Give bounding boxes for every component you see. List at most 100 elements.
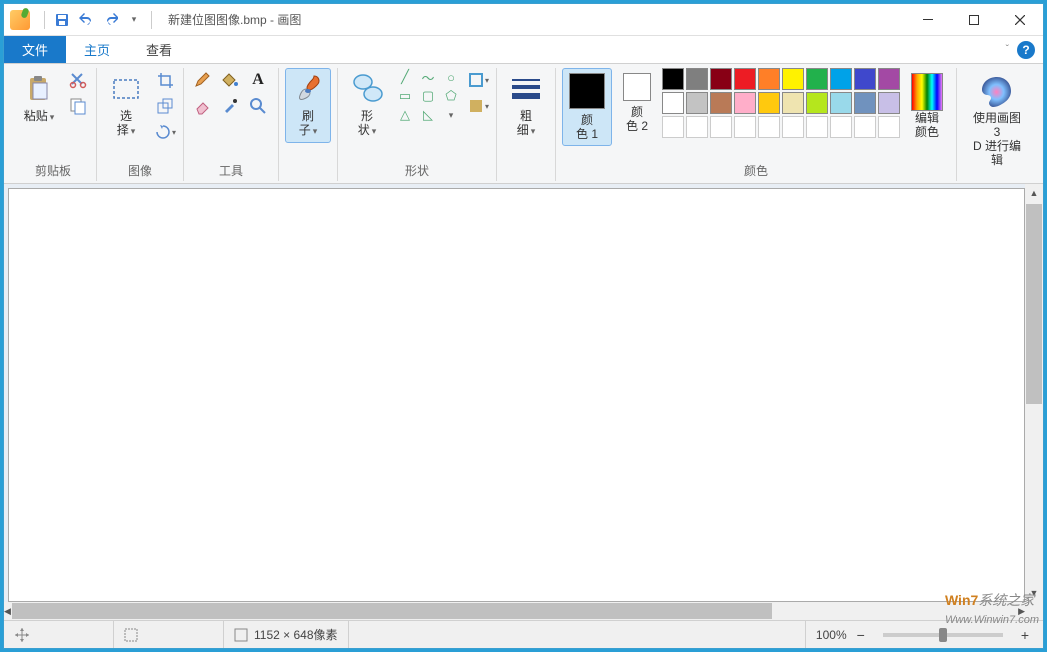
brushes-button[interactable]: 刷 子	[285, 68, 331, 143]
group-image: 选 择 ▾ 图像	[97, 68, 184, 181]
color-swatch[interactable]	[734, 92, 756, 114]
picker-tool[interactable]	[218, 94, 242, 118]
crop-button[interactable]	[153, 68, 177, 92]
color-swatch[interactable]	[830, 116, 852, 138]
undo-button[interactable]	[75, 9, 97, 31]
shape-tri[interactable]: △	[394, 106, 416, 124]
scroll-up-icon[interactable]: ▲	[1025, 184, 1043, 202]
select-button[interactable]: 选 择	[103, 68, 149, 143]
shape-line[interactable]: ╱	[394, 68, 416, 86]
paint3d-button[interactable]: 使用画图 3 D 进行编辑	[963, 68, 1031, 172]
color-swatch[interactable]	[806, 92, 828, 114]
color-swatch[interactable]	[806, 68, 828, 90]
color-swatch[interactable]	[830, 92, 852, 114]
magnifier-tool[interactable]	[246, 94, 270, 118]
cursor-pos-icon	[14, 627, 30, 643]
shape-poly[interactable]: ⬠	[440, 87, 462, 105]
color-swatch[interactable]	[782, 68, 804, 90]
color-swatch[interactable]	[662, 92, 684, 114]
scroll-right-icon[interactable]: ▶	[1018, 602, 1025, 620]
shape-roundrect[interactable]: ▢	[417, 87, 439, 105]
status-canvas-size: 1152 × 648像素	[224, 621, 349, 648]
edit-colors-button[interactable]: 编辑 颜色	[904, 68, 950, 144]
color-swatch[interactable]	[782, 116, 804, 138]
paste-button[interactable]: 粘贴	[16, 68, 62, 129]
brush-icon	[292, 73, 324, 105]
ribbon: 粘贴 剪贴板 选 择 ▾	[4, 64, 1043, 184]
color-swatch[interactable]	[806, 116, 828, 138]
scroll-down-icon[interactable]: ▼	[1025, 584, 1043, 602]
cut-button[interactable]	[66, 68, 90, 92]
shape-curve[interactable]: 〜	[417, 68, 439, 86]
color-swatch[interactable]	[758, 68, 780, 90]
color-swatch[interactable]	[710, 68, 732, 90]
color1-button[interactable]: 颜 色 1	[562, 68, 612, 146]
collapse-ribbon-icon[interactable]: ˇ	[1006, 44, 1009, 55]
color-swatch[interactable]	[878, 116, 900, 138]
color-swatch[interactable]	[662, 68, 684, 90]
close-button[interactable]	[997, 5, 1043, 35]
size-icon	[510, 73, 542, 105]
size-button[interactable]: 粗 细	[503, 68, 549, 143]
color-swatch[interactable]	[710, 92, 732, 114]
shapes-icon	[351, 73, 383, 105]
color-swatch[interactable]	[662, 116, 684, 138]
vertical-scrollbar[interactable]: ▲ ▼	[1025, 184, 1043, 602]
scroll-thumb[interactable]	[1026, 204, 1042, 404]
pencil-icon	[193, 71, 211, 89]
color-swatch[interactable]	[758, 92, 780, 114]
color2-button[interactable]: 颜 色 2	[616, 68, 658, 138]
shapes-button[interactable]: 形 状	[344, 68, 390, 143]
zoom-slider[interactable]	[883, 633, 1003, 637]
file-menu[interactable]: 文件	[4, 36, 66, 63]
color-swatch[interactable]	[710, 116, 732, 138]
color-swatch[interactable]	[758, 116, 780, 138]
tab-view[interactable]: 查看	[128, 36, 190, 63]
pencil-tool[interactable]	[190, 68, 214, 92]
scroll-thumb[interactable]	[12, 603, 772, 619]
zoom-out-button[interactable]: −	[853, 627, 869, 643]
color-swatch[interactable]	[878, 92, 900, 114]
resize-button[interactable]	[153, 94, 177, 118]
eraser-tool[interactable]	[190, 94, 214, 118]
tab-home[interactable]: 主页	[66, 36, 128, 63]
shape-rect[interactable]: ▭	[394, 87, 416, 105]
fill-tool[interactable]	[218, 68, 242, 92]
save-icon	[54, 12, 70, 28]
color-swatch[interactable]	[878, 68, 900, 90]
rotate-button[interactable]: ▾	[153, 120, 177, 144]
shape-fill-button[interactable]: ▾	[466, 94, 490, 118]
group-paint3d: 使用画图 3 D 进行编辑	[957, 68, 1037, 181]
window-controls	[905, 5, 1043, 35]
color-swatch[interactable]	[686, 116, 708, 138]
zoom-in-button[interactable]: +	[1017, 627, 1033, 643]
shape-oval[interactable]: ○	[440, 68, 462, 86]
color-swatch[interactable]	[734, 68, 756, 90]
color-swatch[interactable]	[854, 68, 876, 90]
qat-customize[interactable]: ▾	[123, 9, 145, 31]
color-swatch[interactable]	[686, 92, 708, 114]
color-swatch[interactable]	[782, 92, 804, 114]
horizontal-scrollbar[interactable]: ◀ ▶	[4, 602, 1043, 620]
app-window: ▾ 新建位图图像.bmp - 画图 文件 主页 查看 ˇ ? 粘贴	[3, 3, 1044, 649]
color-swatch[interactable]	[854, 116, 876, 138]
copy-button[interactable]	[66, 94, 90, 118]
color-swatch[interactable]	[854, 92, 876, 114]
maximize-button[interactable]	[951, 5, 997, 35]
text-tool[interactable]: A	[246, 68, 270, 92]
canvas[interactable]	[8, 188, 1025, 602]
shape-gallery[interactable]: ╱ 〜 ○ ▭ ▢ ⬠ △ ◺ ▾	[394, 68, 462, 124]
help-button[interactable]: ?	[1017, 41, 1035, 59]
color-swatch[interactable]	[734, 116, 756, 138]
scroll-left-icon[interactable]: ◀	[4, 602, 11, 620]
redo-button[interactable]	[99, 9, 121, 31]
color-swatch[interactable]	[830, 68, 852, 90]
shape-rtri[interactable]: ◺	[417, 106, 439, 124]
minimize-button[interactable]	[905, 5, 951, 35]
outline-icon	[467, 71, 485, 89]
copy-icon	[69, 97, 87, 115]
save-button[interactable]	[51, 9, 73, 31]
color-swatch[interactable]	[686, 68, 708, 90]
shape-outline-button[interactable]: ▾	[466, 68, 490, 92]
shape-more[interactable]: ▾	[440, 106, 462, 124]
